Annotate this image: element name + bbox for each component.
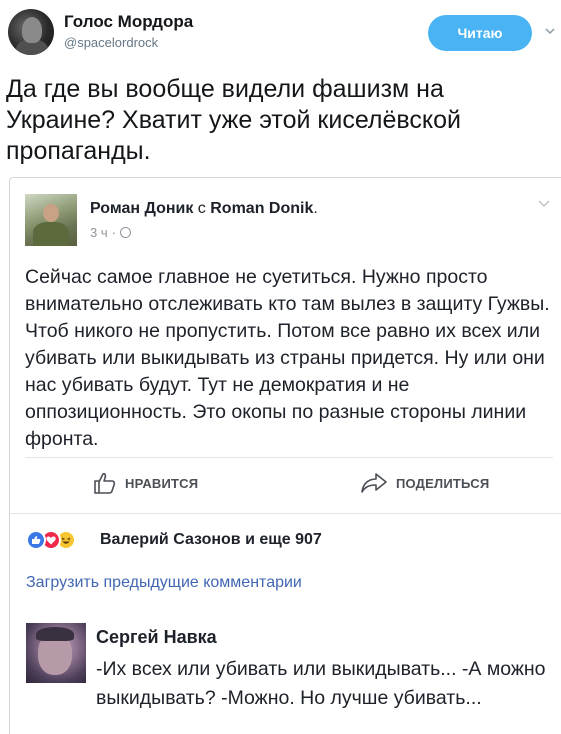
post-with-name[interactable]: Roman Donik [210,200,313,217]
share-button[interactable]: ПОДЕЛИТЬСЯ [360,472,489,494]
chevron-down-icon[interactable] [545,26,555,36]
commenter-avatar[interactable] [26,623,86,683]
post-body: Сейчас самое главное не суетиться. Нужно… [25,266,550,450]
post-author-avatar[interactable] [25,194,77,246]
tweet-text: Да где вы вообще видели фашизм на Украин… [6,75,461,165]
post-meta: 3 ч · [90,225,131,240]
with-word: с [197,200,206,217]
meta-separator: · [111,225,116,240]
chevron-down-icon[interactable] [538,198,550,208]
divider [10,513,561,514]
share-label: ПОДЕЛИТЬСЯ [396,475,490,491]
divider [25,457,553,458]
with-suffix: . [313,200,318,217]
comment-text: -Их всех или убивать или выкидывать... -… [96,658,546,709]
tweet-author-avatar[interactable] [8,9,54,55]
load-previous-comments-link[interactable]: Загрузить предыдущие комментарии [26,574,302,592]
reactions-summary[interactable]: Валерий Сазонов и еще 907 [100,531,322,549]
post-author-name[interactable]: Роман Доник [90,200,193,217]
embedded-facebook-post: Роман Доник с Roman Donik. 3 ч · Сейчас … [9,177,561,734]
like-label: НРАВИТСЯ [125,475,199,491]
share-arrow-icon [361,473,387,493]
globe-icon [119,227,131,238]
tweet-header: Голос Мордора @spacelordrock Читаю [0,0,561,66]
post-time[interactable]: 3 ч [90,225,108,240]
tweet-author-handle[interactable]: @spacelordrock [64,35,158,50]
commenter-name[interactable]: Сергей Навка [96,627,217,648]
thumbs-up-icon [94,472,116,494]
like-button[interactable]: НРАВИТСЯ [93,472,198,494]
like-reaction-icon [26,530,46,550]
reaction-icons[interactable] [26,530,76,550]
tweet-author-name[interactable]: Голос Мордора [64,12,193,32]
following-button[interactable]: Читаю [428,15,532,51]
post-author-line: Роман Доник с Roman Donik. [90,200,318,218]
